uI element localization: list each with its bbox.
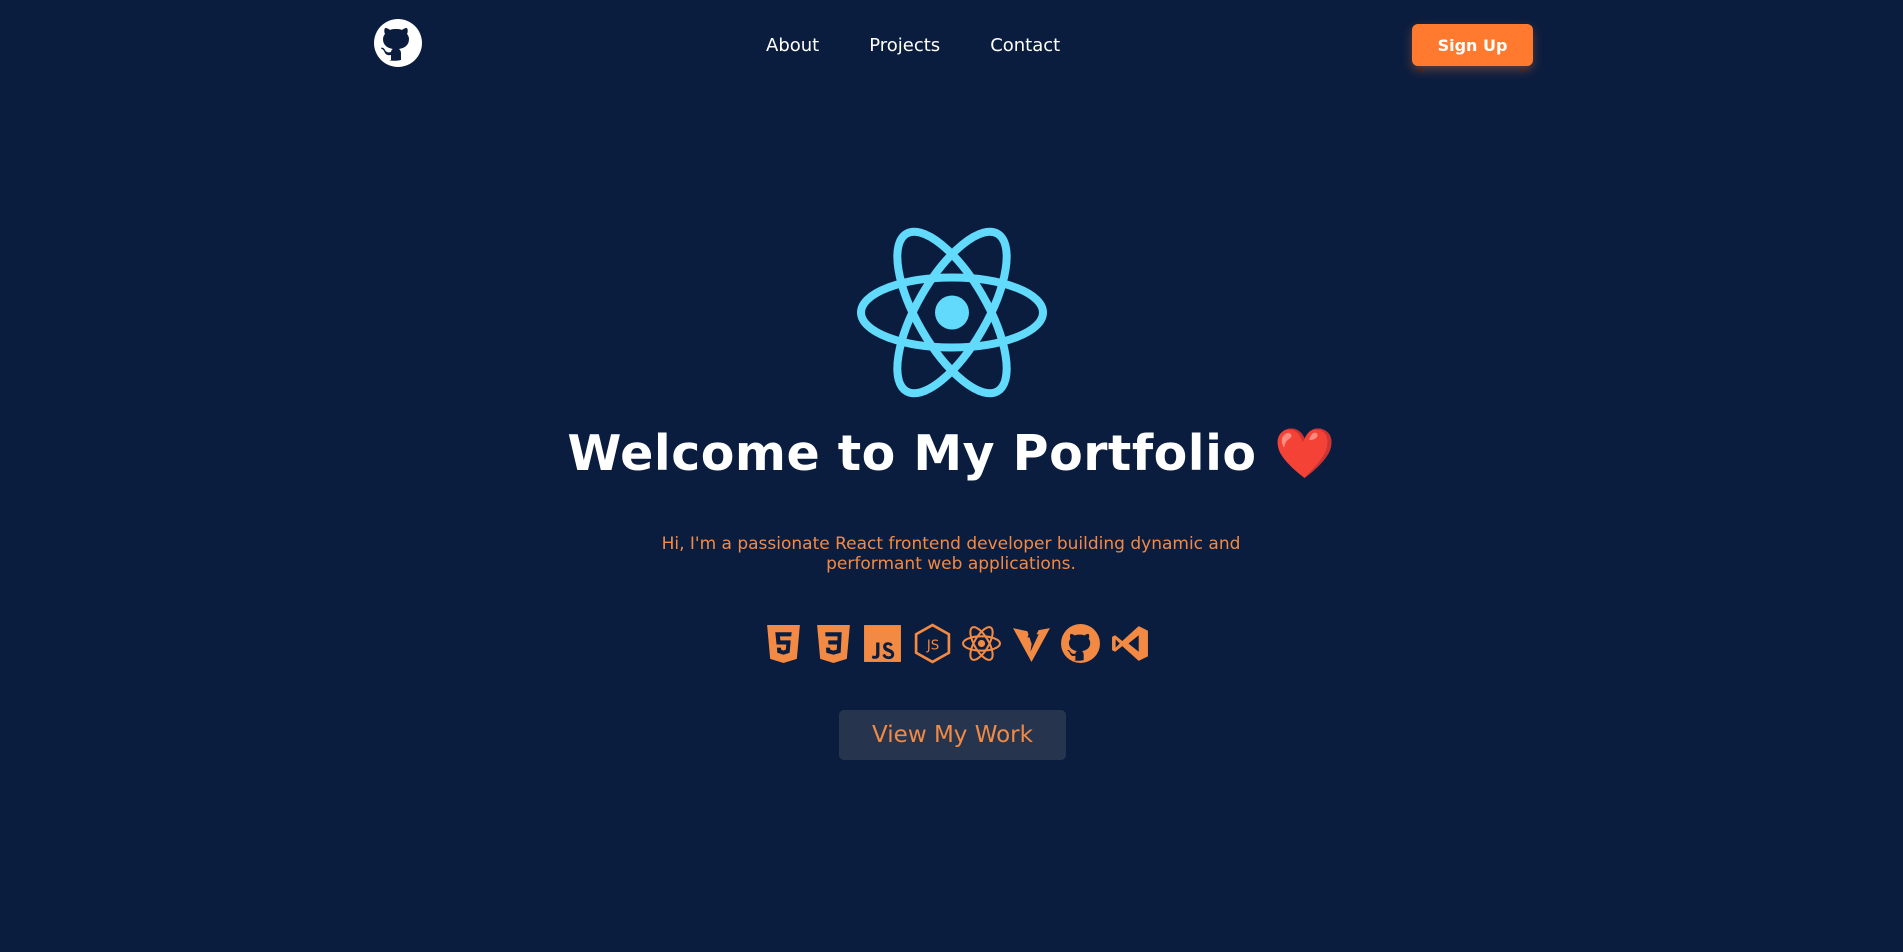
header: About Projects Contact Sign Up <box>0 0 1903 90</box>
intro-text: Hi, I'm a passionate React frontend deve… <box>661 534 1241 574</box>
nodejs-icon: JS <box>912 623 953 664</box>
view-my-work-button[interactable]: View My Work <box>839 710 1066 760</box>
svg-text:JS: JS <box>925 638 938 653</box>
javascript-icon <box>862 623 903 664</box>
react-icon <box>856 225 1048 400</box>
github-icon[interactable] <box>373 18 423 68</box>
nav-about[interactable]: About <box>766 35 819 56</box>
page: About Projects Contact Sign Up Welcome t… <box>0 0 1903 952</box>
html5-icon <box>763 623 804 664</box>
sign-up-button[interactable]: Sign Up <box>1412 24 1533 66</box>
github-icon <box>1060 623 1101 664</box>
nav-projects[interactable]: Projects <box>869 35 940 56</box>
main-nav: About Projects Contact <box>766 31 1060 59</box>
tech-stack-icons: JS <box>763 622 1148 664</box>
nav-contact[interactable]: Contact <box>990 35 1060 56</box>
vscode-icon <box>1110 623 1151 664</box>
react-icon <box>961 623 1002 664</box>
vite-icon <box>1011 623 1052 664</box>
page-title: Welcome to My Portfolio ❤️ <box>567 425 1336 482</box>
css3-icon <box>813 623 854 664</box>
